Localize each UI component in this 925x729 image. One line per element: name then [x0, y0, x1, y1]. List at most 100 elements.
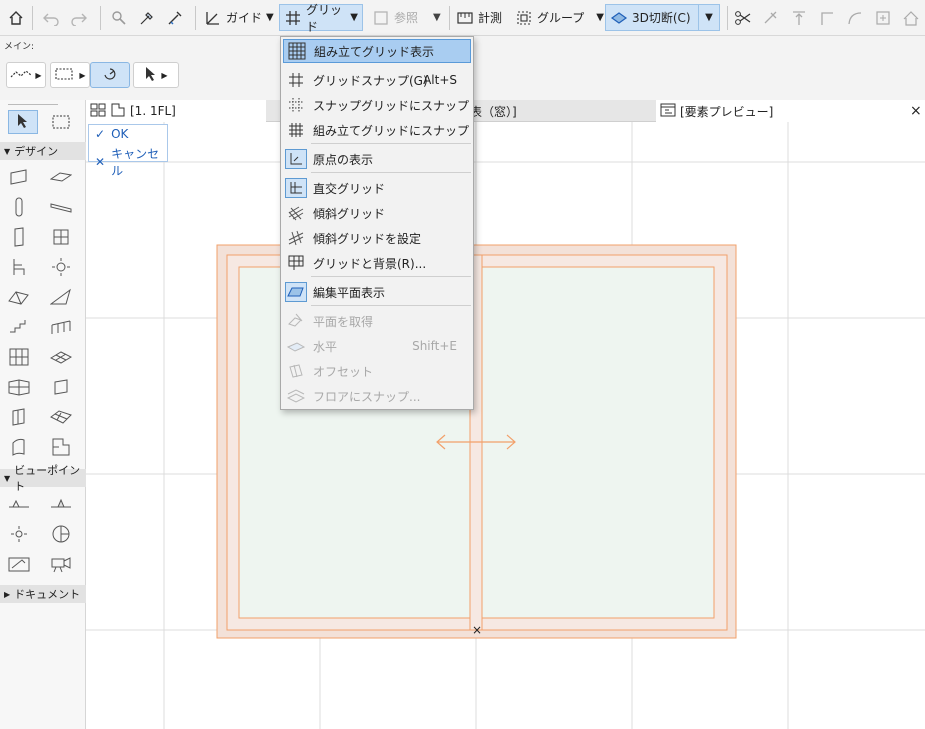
menu-item-show-editing-plane[interactable]: 編集平面表示	[283, 280, 471, 304]
home-icon	[7, 9, 25, 27]
eyedropper-button[interactable]	[134, 4, 160, 31]
construction-snap-icon	[285, 120, 307, 140]
panel-tool[interactable]	[8, 407, 30, 429]
menu-item-label: 編集平面表示	[313, 285, 386, 300]
scissors-button[interactable]	[730, 4, 756, 31]
ok-button[interactable]: ✓ OK	[95, 127, 128, 141]
column-icon	[13, 197, 25, 220]
menu-item-show-origin[interactable]: 原点の表示	[283, 147, 471, 171]
menu-item-grid-snap[interactable]: グリッドスナップ(G) Alt+S	[283, 68, 471, 92]
curved-wall-tool[interactable]	[8, 437, 30, 459]
lamp-tool[interactable]	[50, 257, 72, 279]
marquee-icon	[52, 114, 70, 133]
design-section-header[interactable]: ▼ デザイン	[0, 142, 86, 160]
menu-item-grids-and-background[interactable]: グリッドと背景(R)...	[283, 251, 471, 275]
undo-button[interactable]	[38, 4, 64, 31]
syringe-button[interactable]	[162, 4, 188, 31]
document-section-header[interactable]: ▶ ドキュメント	[0, 585, 86, 603]
roof-icon	[902, 9, 920, 27]
menu-item-offset[interactable]: オフセット	[283, 359, 471, 383]
chevron-right-icon: ▶	[161, 70, 168, 80]
section-icon	[8, 497, 30, 514]
detail-tool[interactable]	[8, 554, 30, 576]
slab-tool[interactable]	[49, 167, 73, 189]
tab-schedule[interactable]: 表（窓）]	[466, 100, 521, 122]
menu-item-skewed-grid[interactable]: 傾斜グリッド	[283, 201, 471, 225]
menu-item-set-skewed-grid[interactable]: 傾斜グリッドを設定	[283, 226, 471, 250]
tab-floor-plan[interactable]: [1. 1FL]	[86, 100, 266, 122]
roof-tool[interactable]	[8, 287, 30, 309]
resize-icon	[874, 9, 892, 27]
object-tool[interactable]	[8, 257, 30, 279]
skylight-tool[interactable]	[50, 407, 72, 429]
menu-item-snap-to-snap-grid[interactable]: スナップグリッドにスナップ	[283, 93, 471, 117]
snap-grid-icon	[285, 95, 307, 115]
worksheet-tool[interactable]	[50, 524, 72, 546]
syringe-icon	[166, 9, 184, 27]
cancel-button[interactable]: ✕ キャンセル	[95, 145, 167, 179]
window-right-sash	[481, 266, 715, 619]
mesh-tool[interactable]	[49, 347, 73, 369]
curtain-wall-tool[interactable]	[8, 347, 30, 369]
wall-tool[interactable]	[8, 167, 30, 189]
chevron-right-icon: ▶	[4, 589, 11, 599]
marquee-tool[interactable]	[50, 112, 72, 134]
elevation-tool[interactable]	[50, 494, 72, 516]
chevron-down-icon[interactable]: ▼	[433, 12, 441, 23]
interior-elevation-tool[interactable]	[8, 524, 30, 546]
cut-3d-button[interactable]: 3D切断(C)	[605, 4, 701, 31]
roof-button[interactable]	[898, 4, 924, 31]
door-tool[interactable]	[8, 226, 30, 249]
grid-menu-button[interactable]: グリッド ▼	[279, 3, 363, 34]
menu-item-show-construction-grid[interactable]: 組み立てグリッド表示	[283, 39, 471, 63]
menu-item-snap-to-construction-grid[interactable]: 組み立てグリッドにスナップ	[283, 118, 471, 142]
interior-elevation-icon	[9, 524, 29, 547]
menu-item-snap-to-floor[interactable]: フロアにスナップ...	[283, 384, 471, 408]
construction-grid-icon	[286, 41, 308, 61]
floor-plan-tool[interactable]	[50, 437, 72, 459]
menu-item-horizontal[interactable]: 水平 Shift+E	[283, 334, 471, 358]
marquee-method-button[interactable]: ▶	[50, 62, 90, 88]
window-preview-drawing: ×	[86, 122, 925, 729]
elevate-button[interactable]	[786, 4, 812, 31]
redo-icon	[70, 9, 88, 27]
detail-icon	[8, 555, 30, 576]
curve-button[interactable]	[842, 4, 868, 31]
menu-item-orthogonal-grid[interactable]: 直交グリッド	[283, 176, 471, 200]
resize-button[interactable]	[870, 4, 896, 31]
column-tool[interactable]	[8, 197, 30, 219]
tab-element-preview[interactable]: [要素プレビュー]	[656, 100, 925, 122]
redo-button[interactable]	[66, 4, 92, 31]
reference-button[interactable]: 参照	[368, 4, 422, 31]
find-select-button[interactable]	[106, 4, 132, 31]
chevron-down-icon: ▼	[596, 12, 604, 23]
menu-item-get-plane[interactable]: 平面を取得	[283, 309, 471, 333]
group-menu-button[interactable]: グループ ▼	[511, 4, 608, 31]
viewpoint-section-header[interactable]: ▼ ビューポイント	[0, 464, 86, 493]
corner-button[interactable]	[814, 4, 840, 31]
cut-3d-dropdown[interactable]: ▼	[698, 4, 720, 31]
adjust-button[interactable]	[758, 4, 784, 31]
menu-item-label: フロアにスナップ...	[313, 389, 421, 404]
morph-tool[interactable]	[8, 377, 30, 399]
measure-button[interactable]: 計測	[452, 4, 506, 31]
stair-tool[interactable]	[8, 317, 30, 339]
guide-label: ガイド	[226, 11, 263, 25]
window-tool[interactable]	[50, 227, 72, 249]
zone-tool[interactable]	[50, 377, 72, 399]
guide-menu-button[interactable]: ガイド ▼	[200, 4, 278, 31]
home-button[interactable]	[3, 4, 29, 31]
close-icon[interactable]: ×	[910, 103, 922, 119]
rotate-method-button[interactable]	[90, 62, 130, 88]
section-tool[interactable]	[8, 494, 30, 516]
geometry-method-button[interactable]: ▶	[6, 62, 46, 88]
offset-icon	[285, 361, 307, 381]
pointer-method-button[interactable]: ▶	[133, 62, 179, 88]
arrow-tool[interactable]	[8, 110, 38, 134]
shell-tool[interactable]	[49, 287, 72, 309]
roof-icon	[8, 289, 30, 308]
beam-tool[interactable]	[50, 197, 72, 219]
drawing-canvas[interactable]: ×	[86, 122, 925, 729]
railing-tool[interactable]	[50, 317, 72, 339]
camera-tool[interactable]	[50, 554, 72, 576]
